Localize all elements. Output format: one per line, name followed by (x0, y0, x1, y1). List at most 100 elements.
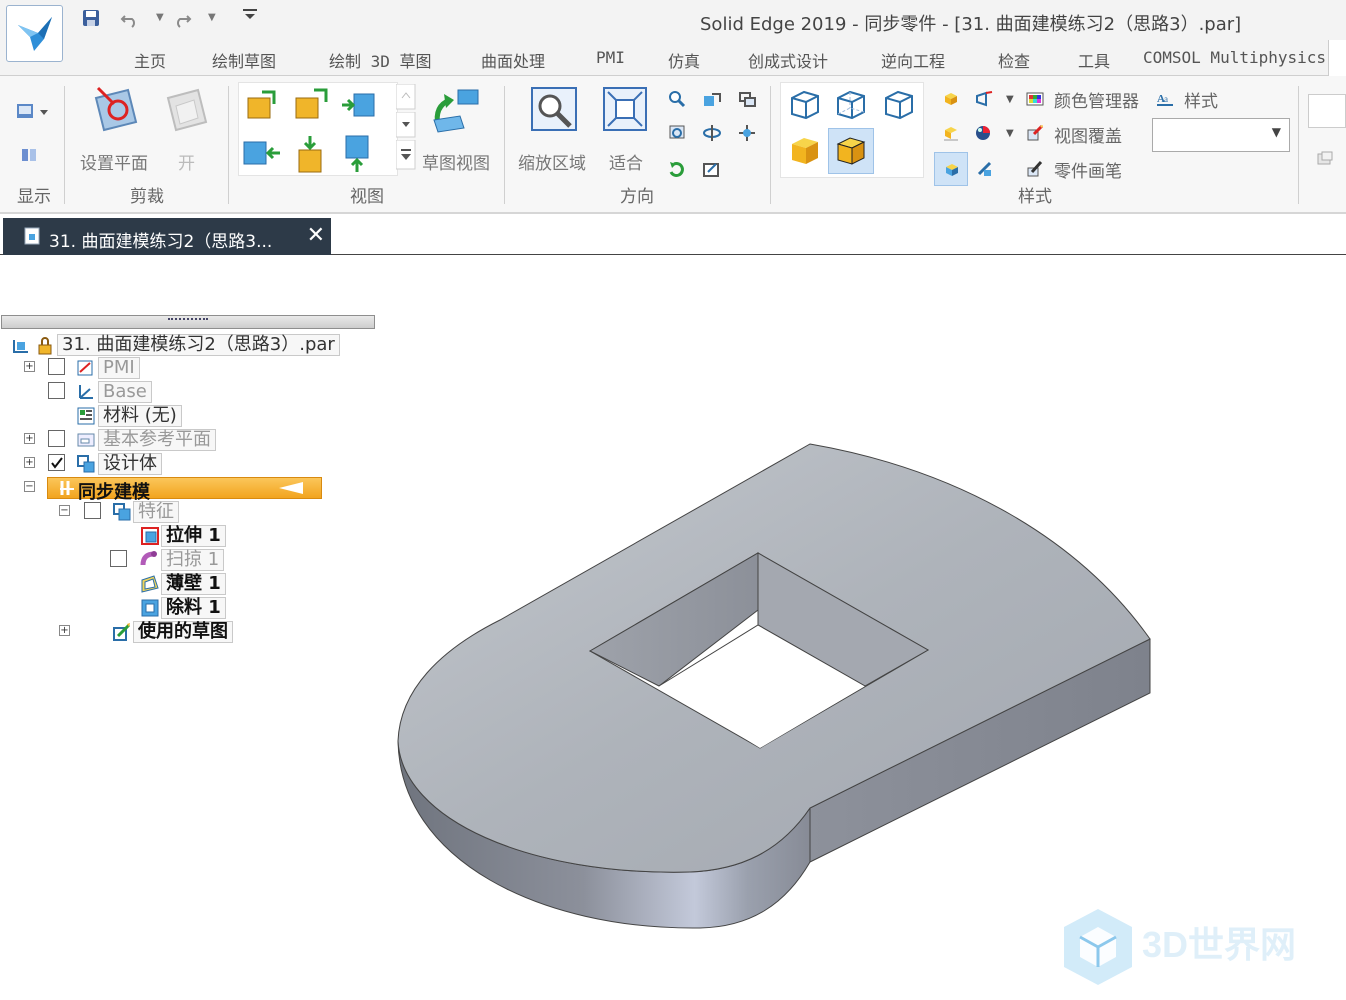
base-checkbox[interactable] (48, 382, 65, 399)
part-painter-icon[interactable] (1026, 160, 1044, 178)
tab-surfacing[interactable]: 曲面处理 (481, 48, 545, 72)
display-panel-icon[interactable] (20, 146, 38, 168)
fit-label[interactable]: 适合 (609, 149, 643, 174)
ribbon-overflow-icon[interactable] (1316, 150, 1334, 168)
clip-open-icon[interactable] (164, 86, 210, 136)
named-views-icon[interactable] (702, 160, 720, 178)
customize-quick-access-icon[interactable] (242, 6, 258, 26)
view-gallery-icon-6[interactable] (342, 134, 372, 178)
tree-item-features[interactable]: 特征 (133, 501, 179, 523)
floor-reflection-icon[interactable] (942, 124, 960, 142)
silhouette-icon[interactable] (976, 160, 994, 178)
sketch-view-icon[interactable] (430, 86, 482, 138)
tree-root-label[interactable]: 31. 曲面建模练习2（思路3）.par (57, 334, 340, 356)
view-override-label[interactable]: 视图覆盖 (1054, 122, 1122, 147)
tree-item-pmi[interactable]: PMI (98, 357, 140, 379)
hidden-edges-cube-icon[interactable] (834, 88, 868, 124)
application-button[interactable] (6, 5, 63, 62)
zoom-icon[interactable] (668, 90, 686, 108)
tree-expander-ref-planes[interactable]: + (24, 433, 35, 444)
close-icon[interactable]: ✕ (307, 223, 325, 248)
color-manager-icon[interactable] (1026, 90, 1044, 108)
display-mode-icon[interactable] (16, 102, 50, 126)
undo-dropdown-icon[interactable]: ▼ (156, 12, 164, 23)
wireframe-cube-icon[interactable] (788, 88, 822, 124)
tree-expander-design-body[interactable]: + (24, 457, 35, 468)
look-at-face-icon[interactable] (738, 124, 756, 142)
zoom-area-label[interactable]: 缩放区域 (518, 149, 586, 174)
part-painter-label[interactable]: 零件画笔 (1054, 157, 1122, 182)
visible-edges-cube-icon[interactable] (882, 88, 916, 124)
styles-icon[interactable]: Aa (1156, 90, 1174, 108)
pmi-checkbox[interactable] (48, 358, 65, 375)
tree-item-base[interactable]: Base (98, 381, 152, 403)
sketch-view-label[interactable]: 草图视图 (422, 149, 490, 174)
tree-item-used-sketches[interactable]: 使用的草图 (133, 621, 233, 643)
tree-item-extrude[interactable]: 拉伸 1 (161, 525, 226, 547)
tab-pmi[interactable]: PMI (596, 48, 625, 67)
view-override-icon[interactable] (1026, 124, 1044, 142)
gallery-expand-icon[interactable] (395, 139, 416, 174)
tab-scroll-button[interactable] (1328, 40, 1346, 76)
view-gallery-icon-5[interactable] (296, 134, 324, 178)
style-dropdown[interactable]: ▼ (1152, 118, 1290, 152)
tree-item-design-body[interactable]: 设计体 (98, 453, 162, 475)
shadow-icon[interactable] (942, 90, 960, 108)
view-gallery-icon-3[interactable] (340, 90, 376, 126)
tree-item-thin-wall[interactable]: 薄壁 1 (161, 573, 226, 595)
zoom-previous-icon[interactable] (738, 90, 756, 108)
tab-inspect[interactable]: 检查 (998, 48, 1030, 72)
shaded-edges-cube-icon[interactable] (828, 128, 874, 174)
tab-simulation[interactable]: 仿真 (668, 48, 700, 72)
ribbon-overflow-panel[interactable] (1308, 94, 1346, 128)
tab-generative-design[interactable]: 创成式设计 (748, 48, 828, 72)
gallery-scroll-up-icon[interactable] (395, 83, 416, 114)
tab-sketch[interactable]: 绘制草图 (212, 48, 276, 72)
perspective-icon[interactable] (974, 90, 993, 108)
lighting-sphere-icon[interactable] (974, 124, 992, 142)
features-checkbox[interactable] (84, 502, 101, 519)
redo-icon[interactable] (172, 10, 192, 32)
render-style-active-icon[interactable] (934, 152, 968, 186)
tab-reverse-engineering[interactable]: 逆向工程 (881, 48, 945, 72)
gallery-scroll-down-icon[interactable] (395, 111, 416, 142)
sync-modeling-row[interactable]: 同步建模 (47, 477, 322, 503)
tree-item-material[interactable]: 材料 (无) (98, 405, 182, 427)
rotate-green-icon[interactable] (668, 160, 686, 178)
perspective-dropdown-icon[interactable]: ▼ (1006, 94, 1024, 112)
undo-icon[interactable] (120, 10, 140, 32)
view-gallery-icon-2[interactable] (292, 86, 328, 126)
tree-expander-pmi[interactable]: + (24, 361, 35, 372)
view-gallery-icon-4[interactable] (242, 138, 282, 174)
ref-planes-checkbox[interactable] (48, 430, 65, 447)
design-body-checkbox[interactable] (48, 454, 65, 471)
graphics-window[interactable]: 3D世界网 (376, 256, 1346, 1000)
tree-collapser-features[interactable]: − (59, 505, 70, 516)
clip-open-label[interactable]: 开 (178, 149, 195, 174)
save-icon[interactable] (82, 9, 100, 31)
color-manager-label[interactable]: 颜色管理器 (1054, 87, 1139, 112)
shaded-cube-icon[interactable] (788, 134, 822, 172)
document-tab[interactable]: 31. 曲面建模练习2（思路3... ✕ (3, 218, 331, 255)
tree-item-cutout[interactable]: 除料 1 (161, 597, 226, 619)
fit-icon[interactable] (602, 86, 648, 136)
tree-collapser-sync[interactable]: − (24, 481, 35, 492)
set-plane-icon[interactable] (90, 84, 142, 140)
tab-home[interactable]: 主页 (134, 48, 166, 72)
tab-comsol[interactable]: COMSOL Multiphysics (1143, 48, 1326, 67)
tree-expander-used-sketches[interactable]: + (59, 625, 70, 636)
redo-dropdown-icon[interactable]: ▼ (208, 12, 216, 23)
lighting-dropdown-icon[interactable]: ▼ (1006, 128, 1024, 146)
pan-icon[interactable] (702, 90, 721, 108)
spin-about-icon[interactable] (702, 124, 721, 142)
pathfinder-splitter[interactable] (1, 315, 375, 329)
tree-item-sweep[interactable]: 扫掠 1 (161, 549, 225, 571)
view-gallery-icon-1[interactable] (244, 90, 276, 126)
set-plane-label[interactable]: 设置平面 (80, 149, 148, 174)
tab-3d-sketch[interactable]: 绘制 3D 草图 (329, 48, 432, 72)
styles-label[interactable]: 样式 (1184, 87, 1218, 112)
zoom-area-icon[interactable] (530, 86, 578, 138)
sweep-checkbox[interactable] (110, 550, 127, 567)
tab-tools[interactable]: 工具 (1078, 48, 1110, 72)
tree-item-reference-planes[interactable]: 基本参考平面 (98, 429, 216, 451)
